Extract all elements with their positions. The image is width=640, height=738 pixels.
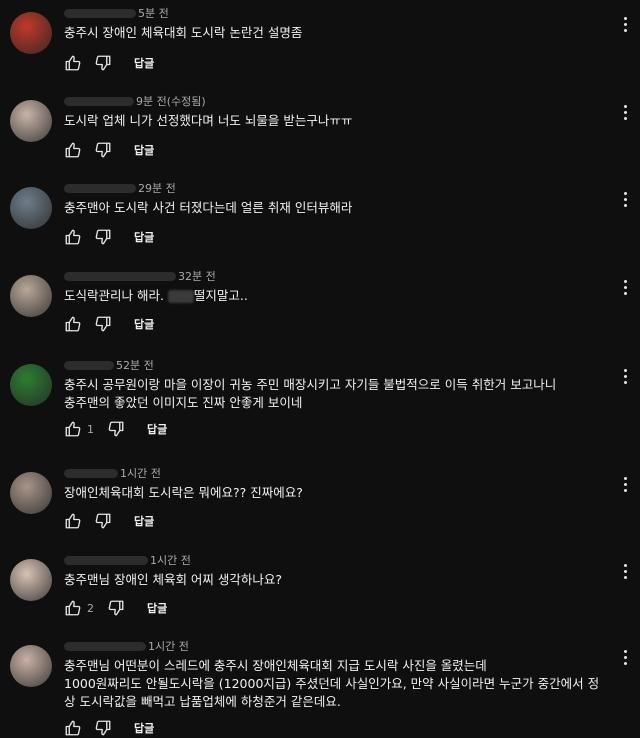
comment-text: 충주시 공무원이랑 마을 이장이 귀농 주민 매장시키고 자기들 불법적으로 이…: [64, 376, 624, 412]
thumb-down-icon[interactable]: [94, 512, 112, 530]
comment-text-line: 충주맨의 좋았던 이미지도 진짜 안좋게 보이네: [64, 395, 303, 410]
thumb-down-icon[interactable]: [94, 141, 112, 159]
comment-actions: 답글: [64, 227, 154, 247]
like-count: 2: [87, 601, 94, 615]
avatar[interactable]: [10, 187, 52, 229]
avatar[interactable]: [10, 364, 52, 406]
comment-timestamp[interactable]: 5분 전: [138, 5, 169, 21]
author-name-redacted[interactable]: [64, 641, 146, 651]
thumb-down-icon[interactable]: [107, 420, 125, 438]
thumb-up-icon[interactable]: [64, 599, 82, 617]
comment-text-part: 떨지말고..: [193, 288, 248, 303]
reply-button[interactable]: 답글: [134, 55, 154, 71]
comment-actions: 답글: [64, 718, 154, 738]
comment-text: 충주맨님 어떤분이 스레드에 충주시 장애인체육대회 지급 도시락 사진을 올렸…: [64, 657, 624, 711]
comment-actions: 답글: [64, 140, 154, 160]
author-name-redacted[interactable]: [64, 555, 148, 565]
thumb-down-icon[interactable]: [94, 228, 112, 246]
comment-timestamp[interactable]: 32분 전: [178, 268, 216, 284]
comment-timestamp[interactable]: 1시간 전: [150, 552, 191, 568]
comment-actions: 답글: [64, 53, 154, 73]
reply-button[interactable]: 답글: [134, 720, 154, 736]
comment-actions: 1 답글: [64, 419, 167, 439]
comment-timestamp[interactable]: 29분 전: [138, 180, 176, 196]
reply-button[interactable]: 답글: [147, 600, 167, 616]
reply-button[interactable]: 답글: [134, 316, 154, 332]
thumb-down-icon[interactable]: [107, 599, 125, 617]
author-name-redacted[interactable]: [64, 271, 176, 281]
thumb-up-icon[interactable]: [64, 54, 82, 72]
comment-actions: 답글: [64, 314, 154, 334]
comment-list: 5분 전충주시 장애인 체육대회 도시락 논란건 설명좀답글 9분 전(수정됨) 도…: [0, 0, 640, 736]
avatar[interactable]: [10, 645, 52, 687]
more-vert-icon[interactable]: [618, 189, 632, 209]
avatar[interactable]: [10, 472, 52, 514]
more-vert-icon[interactable]: [618, 14, 632, 34]
comment-meta: 29분 전: [64, 180, 176, 196]
more-vert-icon[interactable]: [618, 366, 632, 386]
reply-button[interactable]: 답글: [147, 421, 167, 437]
comment-text-part: 도식락관리나 해라.: [64, 288, 168, 303]
more-vert-icon[interactable]: [618, 647, 632, 667]
author-name-redacted[interactable]: [64, 360, 114, 370]
comment-text-line: 상 도시락값을 빼먹고 납품업체에 하청준거 같은데요.: [64, 694, 341, 709]
comment-text: 도식락관리나 해라. 떨지말고..: [64, 287, 624, 305]
comment-meta: 1시간 전: [64, 465, 161, 481]
comment-meta: 9분 전(수정됨): [64, 93, 206, 109]
reply-button[interactable]: 답글: [134, 229, 154, 245]
comment-text-line: 도식락관리나 해라. 떨지말고..: [64, 287, 624, 305]
comment-meta: 32분 전: [64, 268, 216, 284]
comment-timestamp[interactable]: 1시간 전: [148, 638, 189, 654]
avatar[interactable]: [10, 100, 52, 142]
comment-meta: 52분 전: [64, 357, 154, 373]
comment-text: 장애인체육대회 도시락은 뭐에요?? 진짜에요?: [64, 484, 624, 502]
thumb-up-icon[interactable]: [64, 512, 82, 530]
comment-text-line: 도시락 업체 니가 선정했다며 너도 뇌물을 받는구나ㅠㅠ: [64, 113, 353, 128]
comment-text: 충주맨아 도시락 사건 터졌다는데 얼른 취재 인터뷰해라: [64, 199, 624, 217]
more-vert-icon[interactable]: [618, 102, 632, 122]
like-count: 1: [87, 422, 94, 436]
comment-text-line: 충주맨님 장애인 체육회 어찌 생각하나요?: [64, 572, 283, 587]
reply-button[interactable]: 답글: [134, 513, 154, 529]
more-vert-icon[interactable]: [618, 561, 632, 581]
thumb-down-icon[interactable]: [94, 54, 112, 72]
thumb-up-icon[interactable]: [64, 420, 82, 438]
comment-timestamp[interactable]: 9분 전(수정됨): [136, 93, 206, 109]
comment-text-line: 충주맨님 어떤분이 스레드에 충주시 장애인체육대회 지급 도시락 사진을 올렸…: [64, 658, 487, 673]
reply-button[interactable]: 답글: [134, 142, 154, 158]
comment-text: 충주맨님 장애인 체육회 어찌 생각하나요?: [64, 571, 624, 589]
comment-meta: 1시간 전: [64, 552, 191, 568]
author-name-redacted[interactable]: [64, 183, 136, 193]
more-vert-icon[interactable]: [618, 474, 632, 494]
thumb-up-icon[interactable]: [64, 141, 82, 159]
redacted-word: [167, 290, 194, 303]
comment-text: 충주시 장애인 체육대회 도시락 논란건 설명좀: [64, 24, 624, 42]
comment-text-line: 충주시 장애인 체육대회 도시락 논란건 설명좀: [64, 25, 303, 40]
avatar[interactable]: [10, 275, 52, 317]
author-name-redacted[interactable]: [64, 96, 134, 106]
comment-actions: 답글: [64, 511, 154, 531]
thumb-down-icon[interactable]: [94, 315, 112, 333]
comment-text: 도시락 업체 니가 선정했다며 너도 뇌물을 받는구나ㅠㅠ: [64, 112, 624, 130]
comment-actions: 2 답글: [64, 598, 167, 618]
author-name-redacted[interactable]: [64, 468, 118, 478]
comment-text-line: 충주맨아 도시락 사건 터졌다는데 얼른 취재 인터뷰해라: [64, 200, 353, 215]
avatar[interactable]: [10, 12, 52, 54]
comment-text-line: 1000원짜리도 안될도시락을 (12000지급) 주셨던데 사실인가요, 만약…: [64, 676, 600, 691]
more-vert-icon[interactable]: [618, 277, 632, 297]
comment-meta: 1시간 전: [64, 638, 189, 654]
author-name-redacted[interactable]: [64, 8, 136, 18]
comment-timestamp[interactable]: 52분 전: [116, 357, 154, 373]
comment-text-line: 충주시 공무원이랑 마을 이장이 귀농 주민 매장시키고 자기들 불법적으로 이…: [64, 377, 557, 392]
thumb-up-icon[interactable]: [64, 228, 82, 246]
comment-meta: 5분 전: [64, 5, 169, 21]
comment-timestamp[interactable]: 1시간 전: [120, 465, 161, 481]
thumb-up-icon[interactable]: [64, 315, 82, 333]
comment-text-line: 장애인체육대회 도시락은 뭐에요?? 진짜에요?: [64, 485, 303, 500]
avatar[interactable]: [10, 559, 52, 601]
